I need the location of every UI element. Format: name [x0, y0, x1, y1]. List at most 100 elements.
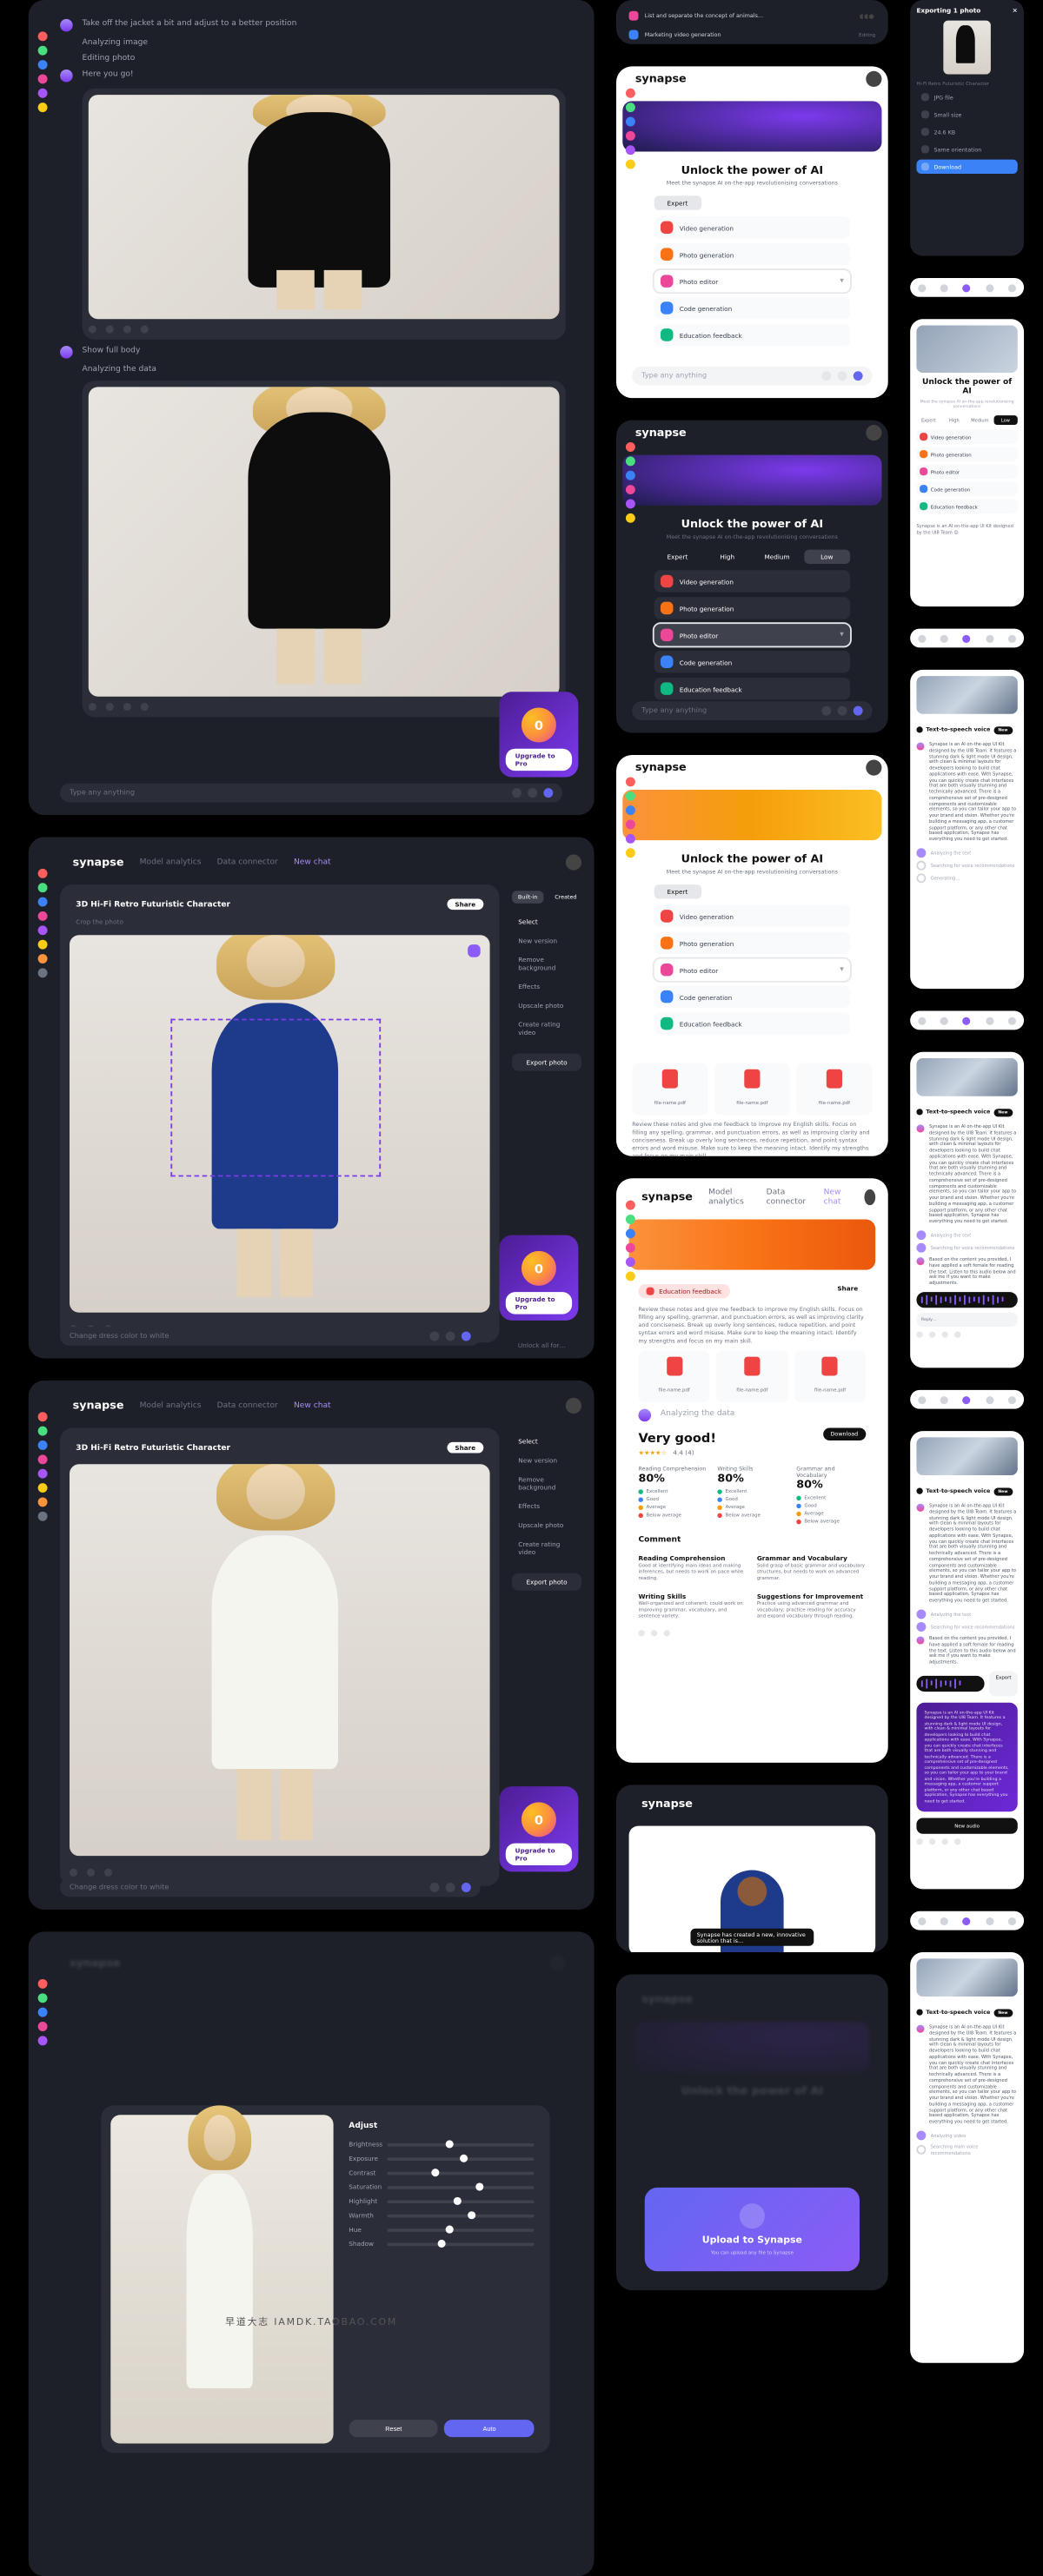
- menu-version[interactable]: New version: [512, 933, 581, 947]
- audio-waveform[interactable]: [916, 1292, 1017, 1308]
- download-button[interactable]: Download: [916, 160, 1017, 174]
- tool-video[interactable]: Video generation: [654, 570, 850, 592]
- upgrade-button[interactable]: Upgrade to Pro: [506, 749, 572, 771]
- tool-photo-edit[interactable]: Photo editor▾: [654, 270, 850, 292]
- tool-education[interactable]: Education feedback: [654, 678, 850, 699]
- auto-button[interactable]: Auto: [445, 2420, 535, 2437]
- reply-input[interactable]: Reply…: [916, 1312, 1017, 1326]
- mic-icon[interactable]: [528, 788, 537, 798]
- tab-home-icon[interactable]: [918, 283, 926, 291]
- action-icon[interactable]: [89, 703, 96, 711]
- slider-saturation[interactable]: Saturation: [349, 2182, 534, 2190]
- like-icon[interactable]: [638, 1630, 644, 1636]
- dot-icon[interactable]: [38, 46, 48, 56]
- close-icon[interactable]: ✕: [1013, 6, 1018, 14]
- dot-icon[interactable]: [38, 74, 48, 83]
- file-card[interactable]: file-name.pdf: [638, 1351, 709, 1403]
- export-button[interactable]: Export: [989, 1671, 1017, 1696]
- menu-upscale[interactable]: Upscale photo: [512, 998, 581, 1012]
- slider-shadow[interactable]: Shadow: [349, 2240, 534, 2248]
- new-audio-button[interactable]: New audio: [916, 1818, 1017, 1834]
- segment-control[interactable]: ExpertHighMediumLow: [916, 415, 1017, 425]
- upload-card[interactable]: Upload to Synapse You can upload any fil…: [645, 2188, 860, 2271]
- dislike-icon[interactable]: [651, 1630, 657, 1636]
- canvas-image[interactable]: [70, 935, 490, 1313]
- file-card[interactable]: file-name.pdf: [632, 1063, 708, 1116]
- chat-row[interactable]: List and separate the concept of animals…: [629, 6, 876, 25]
- action-icon[interactable]: [106, 326, 114, 334]
- upgrade-card[interactable]: Upgrade to Pro: [499, 1235, 578, 1321]
- tool-education[interactable]: Education feedback: [916, 499, 1017, 513]
- export-size[interactable]: Small size: [916, 108, 1017, 122]
- tool-video[interactable]: Video generation: [654, 216, 850, 238]
- tool-photo-gen[interactable]: Photo generation: [654, 597, 850, 619]
- dot-icon[interactable]: [38, 60, 48, 70]
- tab-chat-icon[interactable]: [940, 283, 948, 291]
- tool-photo-edit[interactable]: Photo editor▾: [654, 624, 850, 646]
- export-orientation[interactable]: Same orientation: [916, 142, 1017, 156]
- file-card[interactable]: file-name.pdf: [716, 1351, 787, 1403]
- copy-icon[interactable]: [664, 1630, 670, 1636]
- dot-icon[interactable]: [38, 89, 48, 98]
- user-avatar[interactable]: [566, 855, 581, 871]
- nav-newchat[interactable]: New chat: [294, 858, 331, 867]
- share-button[interactable]: Share: [447, 898, 483, 910]
- dot-icon[interactable]: [38, 31, 48, 41]
- image-card[interactable]: [83, 89, 566, 340]
- tab-create-icon[interactable]: [963, 283, 971, 291]
- magic-icon[interactable]: [468, 944, 481, 957]
- action-icon[interactable]: [141, 326, 149, 334]
- send-icon[interactable]: [543, 788, 553, 798]
- share-button[interactable]: Share: [829, 1282, 866, 1294]
- tool-video[interactable]: Video generation: [916, 429, 1017, 443]
- file-card[interactable]: file-name.pdf: [794, 1351, 866, 1403]
- brand-logo[interactable]: synapse: [73, 856, 124, 869]
- chat-row[interactable]: Marketing video generationEditing: [629, 25, 876, 44]
- export-bytes[interactable]: 24.6 KB: [916, 125, 1017, 139]
- slider-exposure[interactable]: Exposure: [349, 2155, 534, 2162]
- download-button[interactable]: Download: [822, 1428, 866, 1441]
- tool-education[interactable]: Education feedback: [654, 324, 850, 346]
- audio-waveform[interactable]: [916, 1676, 984, 1692]
- tool-photo-edit[interactable]: Photo editor: [916, 464, 1017, 478]
- action-icon[interactable]: [123, 703, 131, 711]
- tool-code[interactable]: Code generation: [654, 651, 850, 672]
- nav-analytics[interactable]: Model analytics: [140, 858, 202, 867]
- tab-profile-icon[interactable]: [1008, 283, 1016, 291]
- dislike-icon[interactable]: [929, 1331, 935, 1337]
- slider-hue[interactable]: Hue: [349, 2226, 534, 2234]
- prompt-input[interactable]: Type any anything: [60, 784, 562, 803]
- menu-video[interactable]: Create rating video: [512, 1017, 581, 1039]
- file-card[interactable]: file-name.pdf: [714, 1063, 790, 1116]
- tool-photo-gen[interactable]: Photo generation: [654, 243, 850, 265]
- nav-data[interactable]: Data connector: [217, 858, 278, 867]
- slider-contrast[interactable]: Contrast: [349, 2169, 534, 2176]
- dot-icon[interactable]: [38, 103, 48, 112]
- reset-button[interactable]: Reset: [349, 2420, 438, 2437]
- action-icon[interactable]: [106, 703, 114, 711]
- export-format[interactable]: JPG file: [916, 90, 1017, 104]
- menu-select[interactable]: Select: [512, 915, 581, 929]
- prompt-input[interactable]: Change dress color to white: [60, 1327, 481, 1346]
- tool-code[interactable]: Code generation: [916, 481, 1017, 495]
- action-icon[interactable]: [123, 326, 131, 334]
- video-frame[interactable]: Synapse has created a new, innovative so…: [629, 1826, 876, 1952]
- segment-control[interactable]: ExpertHighMediumLow: [654, 195, 850, 209]
- attach-icon[interactable]: [512, 788, 522, 798]
- menu-effects[interactable]: Effects: [512, 979, 581, 993]
- action-icon[interactable]: [141, 703, 149, 711]
- upgrade-card[interactable]: Upgrade to Pro: [499, 692, 578, 777]
- export-button[interactable]: Export photo: [512, 1054, 581, 1071]
- tool-code[interactable]: Code generation: [654, 297, 850, 319]
- menu-removebg[interactable]: Remove background: [512, 952, 581, 974]
- copy-icon[interactable]: [942, 1331, 948, 1337]
- tab-created[interactable]: Created: [550, 891, 581, 904]
- canvas-image[interactable]: [70, 1464, 490, 1856]
- action-icon[interactable]: [89, 326, 96, 334]
- tool-photo-gen[interactable]: Photo generation: [916, 447, 1017, 460]
- file-card[interactable]: file-name.pdf: [796, 1063, 872, 1116]
- share-button[interactable]: Share: [447, 1442, 483, 1454]
- tab-library-icon[interactable]: [986, 283, 993, 291]
- upgrade-card[interactable]: Upgrade to Pro: [499, 1786, 578, 1871]
- tab-builtin[interactable]: Built-in: [512, 891, 543, 904]
